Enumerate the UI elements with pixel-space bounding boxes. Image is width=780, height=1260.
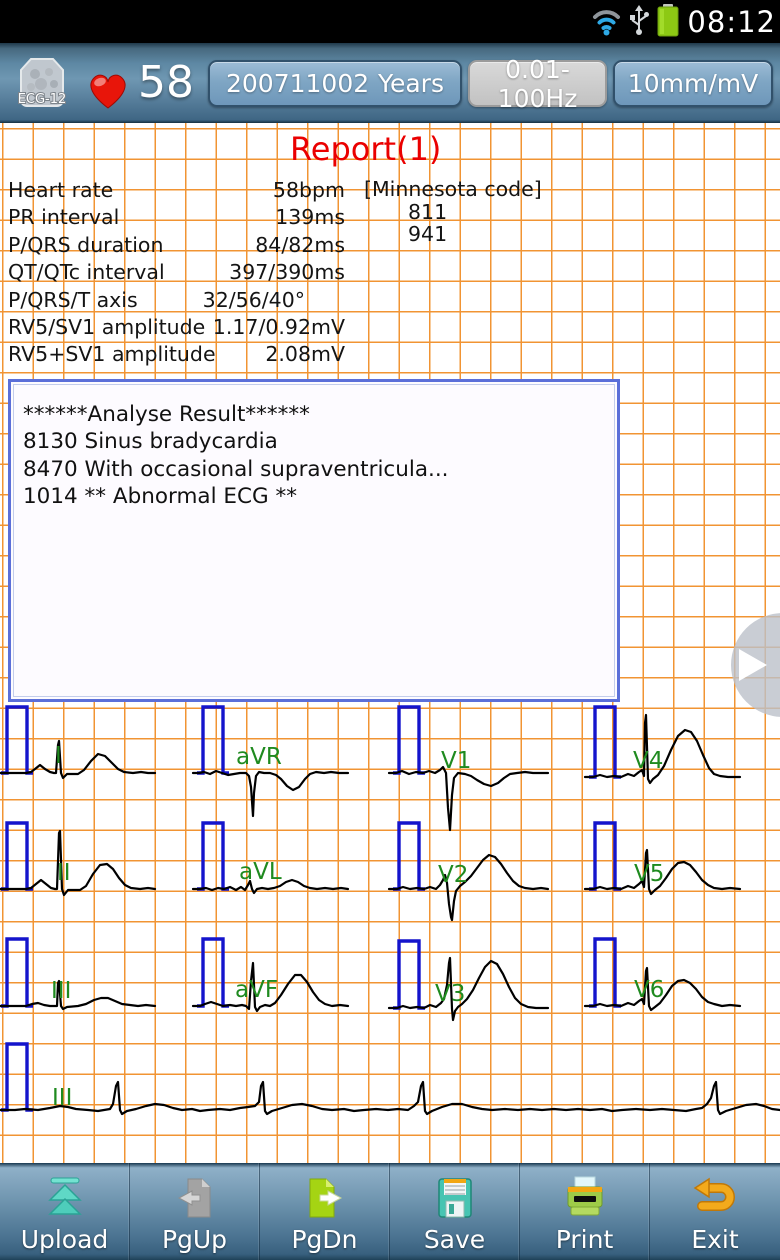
lead-label-aVF: aVF	[235, 977, 279, 1003]
lead-label-aVL: aVL	[239, 859, 282, 885]
play-right-icon	[739, 649, 767, 681]
calibration-pulse	[197, 937, 229, 1008]
lead-trace-II	[0, 829, 157, 897]
heart-icon	[86, 70, 130, 114]
lead-label-V2: V2	[438, 862, 469, 888]
calibration-pulse	[589, 937, 621, 1008]
lead-trace-III	[0, 979, 157, 1011]
heart-rate-value: 58	[138, 57, 194, 108]
ecg-report-paper: Report(1) Heart rate 58bpm PR interval 139…	[0, 123, 780, 1163]
exit-button[interactable]: Exit	[650, 1163, 780, 1260]
page-down-icon	[302, 1173, 348, 1223]
lead-trace-I	[0, 739, 157, 780]
calibration-pulse	[1, 1042, 33, 1112]
calibration-pulse	[197, 821, 229, 891]
save-button[interactable]: Save	[390, 1163, 520, 1260]
ecg12-app-icon[interactable]: ECG-12	[11, 54, 73, 114]
header-bar: ECG-12 58 200711002 Years 0.01-100Hz 10m…	[0, 43, 780, 123]
lead-trace-aVR	[191, 769, 350, 818]
page-up-icon	[172, 1173, 218, 1223]
filter-button[interactable]: 0.01-100Hz	[468, 55, 607, 113]
lead-label-V1: V1	[441, 748, 472, 774]
lead-label-V4: V4	[633, 748, 664, 774]
bottom-toolbar: Upload PgUp PgDn Save Print Exit	[0, 1163, 780, 1260]
lead-label-I: I	[55, 743, 62, 769]
upload-button[interactable]: Upload	[0, 1163, 130, 1260]
toolbar-button-label: Exit	[691, 1225, 739, 1254]
page-down-button[interactable]: PgDn	[260, 1163, 390, 1260]
calibration-pulse	[393, 705, 425, 775]
calibration-pulse	[589, 705, 621, 779]
lead-trace-V3	[387, 956, 550, 1022]
exit-icon	[692, 1173, 738, 1223]
lead-label-V6: V6	[634, 977, 665, 1003]
lead-label-aVR: aVR	[236, 744, 282, 770]
calibration-pulse	[1, 937, 33, 1008]
print-button[interactable]: Print	[520, 1163, 650, 1260]
status-bar: 08:12	[0, 0, 780, 43]
print-icon	[562, 1173, 608, 1223]
calibration-pulse	[393, 821, 425, 891]
patient-id: 200711002	[226, 69, 370, 98]
lead-trace-V1	[387, 765, 550, 832]
patient-id-button[interactable]: 200711002 Years	[208, 60, 462, 107]
app-icon-label: ECG-12	[18, 92, 67, 107]
toolbar-button-label: PgUp	[161, 1225, 228, 1254]
calibration-pulse	[393, 939, 425, 1010]
toolbar-button-label: PgDn	[291, 1225, 358, 1254]
lead-trace-V2	[387, 853, 550, 922]
rhythm-lead-label: III	[52, 1085, 73, 1111]
lead-label-V3: V3	[435, 981, 466, 1007]
usb-icon	[629, 3, 650, 41]
battery-icon	[656, 3, 680, 41]
calibration-pulse	[1, 705, 33, 775]
ecg-waveforms	[0, 705, 780, 1116]
lead-label-III: III	[51, 978, 72, 1004]
calibration-pulse	[197, 705, 229, 775]
lead-label-V5: V5	[634, 861, 665, 887]
upload-icon	[42, 1173, 88, 1223]
lead-label-II: II	[57, 860, 71, 886]
gain-button[interactable]: 10mm/mV	[613, 60, 773, 107]
age-unit: Years	[378, 69, 444, 98]
toolbar-button-label: Upload	[20, 1225, 109, 1254]
rhythm-strip-trace	[0, 1080, 780, 1116]
save-icon	[432, 1173, 478, 1223]
toolbar-button-label: Print	[555, 1225, 614, 1254]
calibration-pulse	[1, 821, 33, 891]
page-up-button[interactable]: PgUp	[130, 1163, 260, 1260]
clock-time: 08:12	[687, 4, 776, 39]
ecg-app-screen: 08:12 ECG-12 58 200711002 Years 0.01-100…	[0, 0, 780, 1260]
calibration-pulse	[589, 821, 621, 891]
toolbar-button-label: Save	[423, 1225, 486, 1254]
wifi-icon	[591, 4, 622, 40]
